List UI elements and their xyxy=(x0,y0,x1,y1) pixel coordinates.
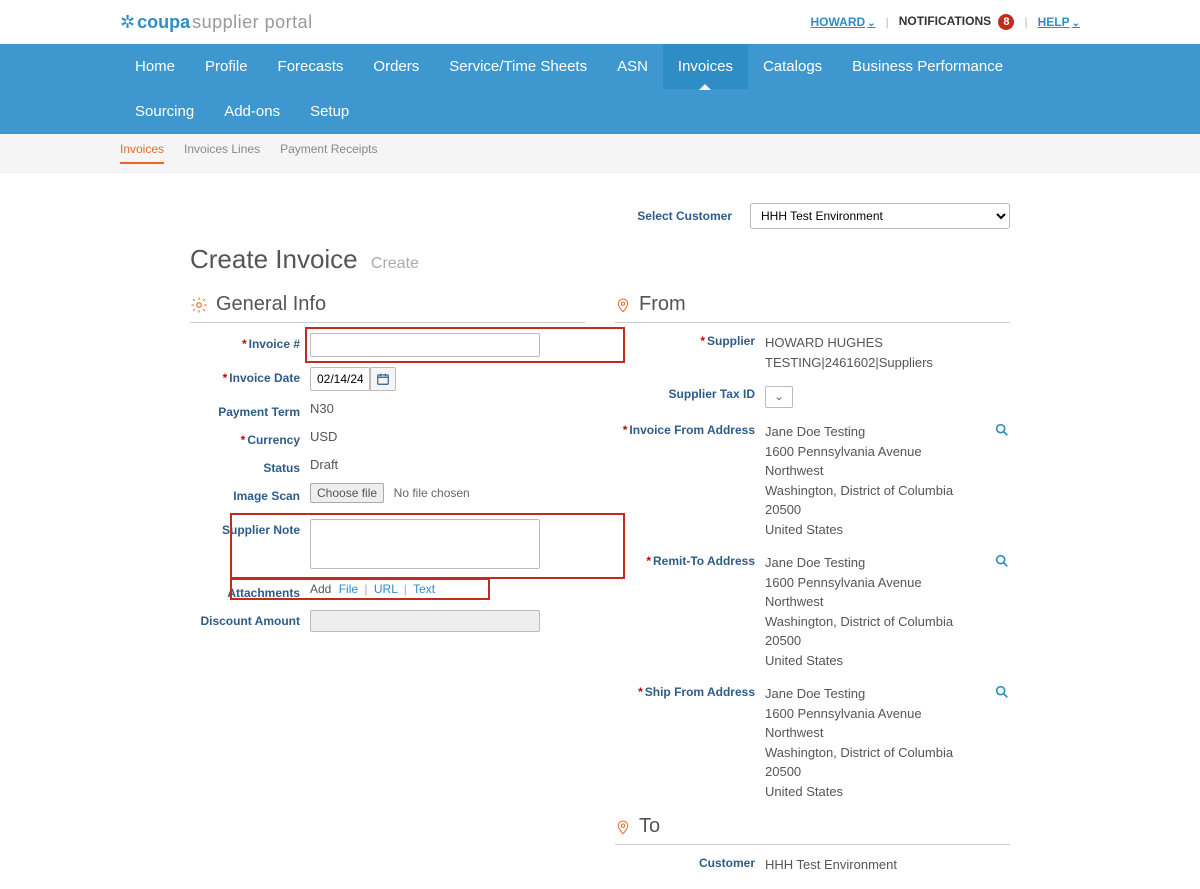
subnav-item-payment-receipts[interactable]: Payment Receipts xyxy=(280,142,377,164)
addr-postal: 20500 xyxy=(765,762,1010,782)
help-menu[interactable]: HELP⌄ xyxy=(1038,15,1080,29)
chevron-down-icon: ⌄ xyxy=(867,18,875,29)
nav-item-business-performance[interactable]: Business Performance xyxy=(837,44,1018,89)
page-title: Create Invoice Create xyxy=(190,244,1010,275)
section-heading-to: To xyxy=(639,815,660,838)
addr-city: Washington, District of Columbia xyxy=(765,612,1010,632)
choose-file-button[interactable]: Choose file xyxy=(310,483,384,503)
value-payment-term: N30 xyxy=(310,401,585,416)
addr-postal: 20500 xyxy=(765,500,1010,520)
gear-icon xyxy=(190,296,208,314)
label-invoice-no: Invoice # xyxy=(249,337,300,351)
addr-line1: 1600 Pennsylvania Avenue xyxy=(765,573,1010,593)
page-title-text: Create Invoice xyxy=(190,244,358,274)
supplier-note-textarea[interactable] xyxy=(310,519,540,569)
addr-city: Washington, District of Columbia xyxy=(765,481,1010,501)
label-currency: Currency xyxy=(247,433,300,447)
logo: ✲ coupa supplier portal xyxy=(120,12,313,33)
select-customer-label: Select Customer xyxy=(637,209,732,223)
logo-brand: coupa xyxy=(137,12,190,33)
user-menu[interactable]: HOWARD⌄ xyxy=(811,15,876,29)
select-customer-dropdown[interactable]: HHH Test Environment xyxy=(750,203,1010,229)
attachment-url-link[interactable]: URL xyxy=(374,582,398,596)
addr-name: Jane Doe Testing xyxy=(765,422,1010,442)
value-status: Draft xyxy=(310,457,585,472)
logo-subtitle: supplier portal xyxy=(192,12,313,33)
invoice-number-input[interactable] xyxy=(310,333,540,357)
addr-line1: 1600 Pennsylvania Avenue xyxy=(765,442,1010,462)
user-name: HOWARD xyxy=(811,15,866,29)
divider: | xyxy=(1024,15,1027,29)
supplier-tax-id-dropdown[interactable]: ⌄ xyxy=(765,386,793,408)
location-pin-icon xyxy=(615,817,631,837)
attachment-text-link[interactable]: Text xyxy=(413,582,435,596)
subnav-item-invoices-lines[interactable]: Invoices Lines xyxy=(184,142,260,164)
nav-item-profile[interactable]: Profile xyxy=(190,44,263,89)
label-supplier-note: Supplier Note xyxy=(222,523,300,537)
label-ship-from: Ship From Address xyxy=(645,685,755,699)
notifications-link[interactable]: NOTIFICATIONS 8 xyxy=(899,14,1015,30)
label-supplier: Supplier xyxy=(707,334,755,348)
addr-city: Washington, District of Columbia xyxy=(765,743,1010,763)
nav-item-catalogs[interactable]: Catalogs xyxy=(748,44,837,89)
file-status: No file chosen xyxy=(394,486,470,500)
nav-item-setup[interactable]: Setup xyxy=(295,89,364,134)
value-to-customer: HHH Test Environment xyxy=(765,855,1010,875)
nav-item-service-time-sheets[interactable]: Service/Time Sheets xyxy=(434,44,602,89)
nav-item-sourcing[interactable]: Sourcing xyxy=(120,89,209,134)
label-invoice-from: Invoice From Address xyxy=(629,423,755,437)
addr-line2: Northwest xyxy=(765,461,1010,481)
search-icon[interactable] xyxy=(994,684,1010,700)
value-supplier: HOWARD HUGHES TESTING|2461602|Suppliers xyxy=(765,333,1010,372)
attachment-file-link[interactable]: File xyxy=(339,582,358,596)
addr-country: United States xyxy=(765,651,1010,671)
chevron-down-icon: ⌄ xyxy=(1072,18,1080,29)
subnav-item-invoices[interactable]: Invoices xyxy=(120,142,164,164)
nav-item-forecasts[interactable]: Forecasts xyxy=(263,44,359,89)
value-currency: USD xyxy=(310,429,585,444)
nav-item-asn[interactable]: ASN xyxy=(602,44,663,89)
label-to-customer: Customer xyxy=(699,856,755,870)
divider: | xyxy=(886,15,889,29)
section-heading-general: General Info xyxy=(216,293,326,316)
notifications-badge: 8 xyxy=(998,14,1014,30)
nav-item-add-ons[interactable]: Add-ons xyxy=(209,89,295,134)
attachments-add-label: Add xyxy=(310,582,331,596)
addr-country: United States xyxy=(765,520,1010,540)
label-supplier-tax-id: Supplier Tax ID xyxy=(669,387,755,401)
label-remit-to: Remit-To Address xyxy=(653,554,755,568)
section-heading-from: From xyxy=(639,293,686,316)
addr-name: Jane Doe Testing xyxy=(765,684,1010,704)
label-payment-term: Payment Term xyxy=(218,405,300,419)
addr-line1: 1600 Pennsylvania Avenue xyxy=(765,704,1010,724)
nav-item-home[interactable]: Home xyxy=(120,44,190,89)
addr-line2: Northwest xyxy=(765,592,1010,612)
calendar-icon[interactable] xyxy=(370,367,396,391)
location-pin-icon xyxy=(615,295,631,315)
help-label: HELP xyxy=(1038,15,1070,29)
discount-input[interactable] xyxy=(310,610,540,632)
addr-postal: 20500 xyxy=(765,631,1010,651)
notifications-label: NOTIFICATIONS xyxy=(899,14,991,28)
nav-item-invoices[interactable]: Invoices xyxy=(663,44,748,89)
label-attachments: Attachments xyxy=(227,586,300,600)
addr-country: United States xyxy=(765,782,1010,802)
label-invoice-date: Invoice Date xyxy=(229,371,300,385)
label-image-scan: Image Scan xyxy=(233,489,300,503)
addr-line2: Northwest xyxy=(765,723,1010,743)
label-discount: Discount Amount xyxy=(200,614,300,628)
addr-name: Jane Doe Testing xyxy=(765,553,1010,573)
page-subtitle: Create xyxy=(371,255,419,272)
search-icon[interactable] xyxy=(994,553,1010,569)
invoice-date-input[interactable] xyxy=(310,367,370,391)
logo-icon: ✲ xyxy=(120,12,133,33)
nav-item-orders[interactable]: Orders xyxy=(358,44,434,89)
search-icon[interactable] xyxy=(994,422,1010,438)
label-status: Status xyxy=(263,461,300,475)
